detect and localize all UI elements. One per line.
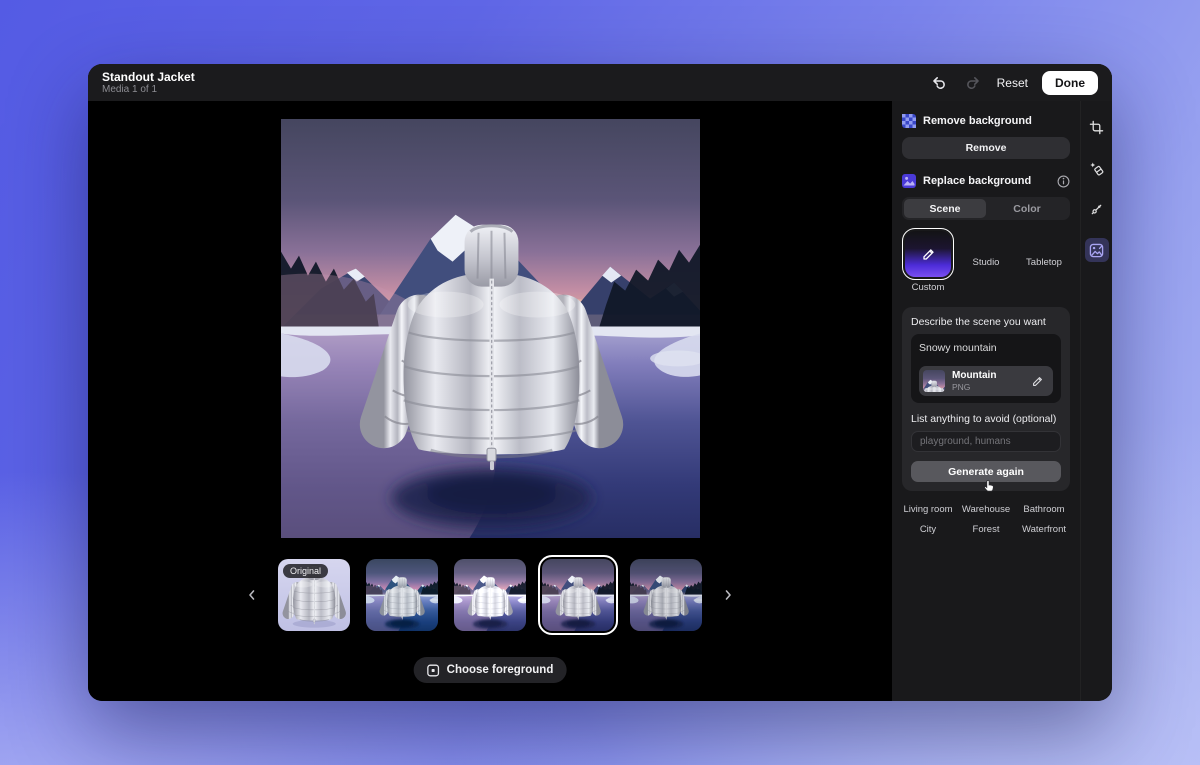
style-cards: Custom Studio Tabletop [902,231,1070,293]
style-card-studio[interactable]: Studio [960,231,1012,293]
reset-button[interactable]: Reset [997,76,1028,90]
tool-replace-background[interactable] [1085,238,1109,262]
replace-background-tool-icon [1089,243,1104,258]
replace-background-icon [902,174,916,188]
describe-scene-panel: Describe the scene you want Snowy mounta… [902,307,1070,491]
thumbnail-variant-1[interactable] [366,559,438,631]
redo-button[interactable] [963,73,983,93]
pencil-icon [921,247,936,262]
scene-prompt-input[interactable]: Snowy mountain Mountain PNG [911,334,1061,403]
crop-icon [1089,120,1104,135]
undo-icon [931,75,947,91]
preset-city[interactable]: City [902,524,954,535]
attachment-chip[interactable]: Mountain PNG [919,366,1053,396]
tool-magic-eraser[interactable] [1085,156,1109,180]
choose-foreground-button[interactable]: Choose foreground [414,657,567,683]
preset-label: Waterfront [1018,524,1070,535]
preset-label: Living room [902,504,954,515]
edit-sidebar: Remove background Remove Replace backgro… [892,101,1080,701]
preset-label: City [902,524,954,535]
preset-bathroom[interactable]: Bathroom [1018,504,1070,515]
editor-window: Standout Jacket Media 1 of 1 Reset Done [88,64,1112,701]
tool-crop[interactable] [1085,115,1109,139]
info-icon [1057,175,1070,188]
generate-again-label: Generate again [948,466,1024,478]
done-button[interactable]: Done [1042,71,1098,95]
tab-scene[interactable]: Scene [904,199,986,218]
thumbnail-variant-4[interactable] [630,559,702,631]
replace-background-title: Replace background [923,175,1031,187]
tool-adjust[interactable] [1085,197,1109,221]
avoid-label: List anything to avoid (optional) [911,413,1061,425]
preset-forest[interactable]: Forest [960,524,1012,535]
preset-label: Bathroom [1018,504,1070,515]
media-counter: Media 1 of 1 [102,84,195,96]
style-card-label: Tabletop [1018,257,1070,268]
scene-preset-grid: Living room Warehouse Bathroom City Fore… [902,504,1070,535]
canvas-image [281,119,700,538]
tool-rail [1080,101,1112,701]
style-card-label: Custom [902,282,954,293]
describe-label: Describe the scene you want [911,316,1061,328]
attachment-thumbnail [923,370,945,392]
adjust-wand-icon [1089,202,1104,217]
thumbnail-strip: Original [88,559,892,631]
preset-living-room[interactable]: Living room [902,504,954,515]
preset-label: Warehouse [960,504,1012,515]
hand-cursor-icon [982,479,997,494]
remove-button[interactable]: Remove [902,137,1070,159]
original-badge: Original [283,564,328,578]
attachment-name: Mountain [952,370,996,382]
remove-background-title: Remove background [923,115,1032,127]
redo-icon [965,75,981,91]
scene-prompt-value: Snowy mountain [919,342,1053,354]
foreground-target-icon [427,664,440,677]
style-card-tabletop[interactable]: Tabletop [1018,231,1070,293]
chevron-right-icon [722,589,734,601]
preset-waterfront[interactable]: Waterfront [1018,524,1070,535]
choose-foreground-label: Choose foreground [447,664,554,676]
topbar: Standout Jacket Media 1 of 1 Reset Done [88,64,1112,101]
undo-button[interactable] [929,73,949,93]
replace-info-button[interactable] [1057,175,1070,188]
title-block: Standout Jacket Media 1 of 1 [102,70,195,96]
attachment-edit-button[interactable] [1029,373,1046,390]
preset-label: Forest [960,524,1012,535]
generate-again-button[interactable]: Generate again [911,461,1061,482]
avoid-input[interactable] [911,431,1061,452]
style-card-label: Studio [960,257,1012,268]
chevron-left-icon [246,589,258,601]
canvas-area: Original Choos [88,101,892,701]
page-title: Standout Jacket [102,70,195,84]
thumbnails-next-button[interactable] [718,585,738,605]
remove-background-icon [902,114,916,128]
thumbnail-variant-3-selected[interactable] [542,559,614,631]
thumbnail-original[interactable]: Original [278,559,350,631]
preset-warehouse[interactable]: Warehouse [960,504,1012,515]
tab-color[interactable]: Color [986,199,1068,218]
style-card-custom[interactable]: Custom [902,231,954,293]
magic-eraser-icon [1089,161,1104,176]
background-mode-tabs: Scene Color [902,197,1070,220]
attachment-type: PNG [952,382,996,392]
thumbnail-variant-2[interactable] [454,559,526,631]
pencil-icon [1031,375,1044,388]
thumbnails-prev-button[interactable] [242,585,262,605]
